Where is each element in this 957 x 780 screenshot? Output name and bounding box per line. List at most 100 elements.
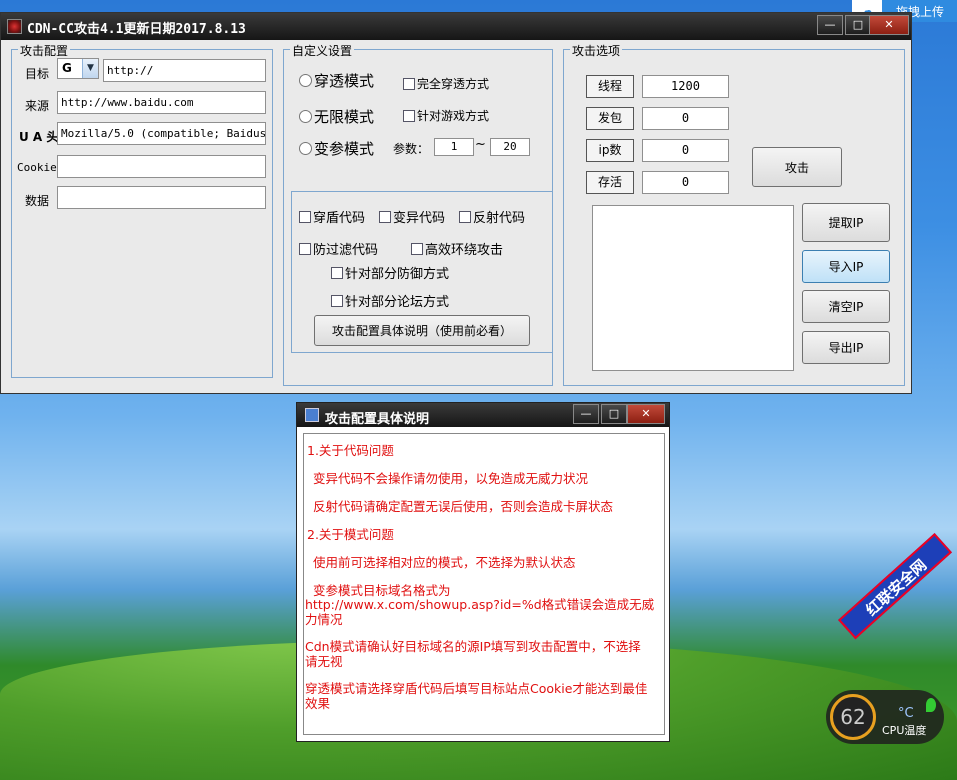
dialog-line: 变异代码不会操作请勿使用，以免造成无威力状况: [313, 471, 589, 486]
leaf-icon: [926, 698, 936, 712]
checkbox-label: 针对部分防御方式: [345, 267, 450, 282]
dialog-line: 1.关于代码问题: [307, 443, 394, 458]
maximize-button[interactable]: □: [845, 15, 871, 35]
ip-count-label: ip数: [586, 139, 634, 162]
checkbox-icon: [379, 210, 391, 223]
dialog-line: http://www.x.com/showup.asp?id=%d格式错误会造成…: [305, 597, 655, 627]
temp-caption: CPU温度: [882, 724, 927, 737]
checkbox-icon: [299, 210, 311, 223]
mode-label: 无限模式: [314, 108, 375, 126]
dialog-line: 穿透模式请选择穿盾代码后填写目标站点Cookie才能达到最佳效果: [305, 681, 648, 711]
data-label: 数据: [25, 194, 50, 208]
packets-label: 发包: [586, 107, 634, 130]
target-input[interactable]: http://: [103, 59, 266, 82]
alive-value: 0: [642, 171, 729, 194]
partial-forum-checkbox[interactable]: 针对部分论坛方式: [331, 291, 449, 310]
app-icon: [7, 19, 22, 34]
clear-ip-button[interactable]: 清空IP: [802, 290, 890, 323]
checkbox-icon: [459, 210, 471, 223]
shield-code-checkbox[interactable]: 穿盾代码: [299, 207, 365, 226]
anti-filter-checkbox[interactable]: 防过滤代码: [299, 239, 378, 258]
temp-value: 62: [830, 694, 876, 740]
main-window: CDN-CC攻击4.1更新日期2017.8.13 — □ ✕ 攻击配置 目标 G…: [0, 12, 912, 394]
mode-variable-radio[interactable]: 变参模式: [299, 138, 374, 159]
checkbox-label: 反射代码: [473, 211, 526, 226]
checkbox-label: 高效环绕攻击: [425, 243, 504, 258]
game-mode-checkbox[interactable]: 针对游戏方式: [403, 107, 489, 124]
dialog-close-button[interactable]: ✕: [627, 404, 665, 424]
attack-config-label: 攻击配置: [18, 42, 71, 59]
dialog-minimize-button[interactable]: —: [573, 404, 599, 424]
ip-count-value: 0: [642, 139, 729, 162]
radio-circle-icon: [299, 110, 312, 123]
threads-label: 线程: [586, 75, 634, 98]
checkbox-label: 变异代码: [393, 211, 446, 226]
watermark-logo: 红联安全网: [838, 533, 953, 640]
mutate-code-checkbox[interactable]: 变异代码: [379, 207, 445, 226]
minimize-button[interactable]: —: [817, 15, 843, 35]
full-penetration-checkbox[interactable]: 完全穿透方式: [403, 75, 489, 92]
checkbox-label: 穿盾代码: [313, 211, 366, 226]
dialog-line: Cdn模式请确认好目标域名的源IP填写到攻击配置中，不选择请无视: [305, 639, 641, 669]
dialog-title-bar: 攻击配置具体说明 — □ ✕: [297, 403, 669, 427]
temp-unit: °C: [898, 706, 914, 721]
cpu-temp-gadget: 62 °C CPU温度: [826, 690, 944, 744]
checkbox-label: 完全穿透方式: [417, 77, 490, 91]
dialog-maximize-button[interactable]: □: [601, 404, 627, 424]
close-button[interactable]: ✕: [869, 15, 909, 35]
param-from-input[interactable]: 1: [434, 138, 474, 156]
dialog-app-icon: [305, 408, 319, 422]
chevron-down-icon: ▼: [82, 59, 98, 78]
threads-value[interactable]: 1200: [642, 75, 729, 98]
ua-input[interactable]: Mozilla/5.0 (compatible; Baiduspid: [57, 122, 266, 145]
checkbox-label: 针对部分论坛方式: [345, 295, 450, 310]
cookie-label: Cookie: [17, 161, 57, 174]
partial-defense-checkbox[interactable]: 针对部分防御方式: [331, 263, 449, 282]
dialog-line: 反射代码请确定配置无误后使用，否则会造成卡屏状态: [313, 499, 614, 514]
protocol-select[interactable]: G ▼: [57, 58, 99, 79]
attack-button[interactable]: 攻击: [752, 147, 842, 187]
packets-value: 0: [642, 107, 729, 130]
help-button[interactable]: 攻击配置具体说明（使用前必看）: [314, 315, 530, 346]
alive-label: 存活: [586, 171, 634, 194]
param-label: 参数：: [393, 142, 430, 156]
mode-unlimited-radio[interactable]: 无限模式: [299, 106, 374, 127]
mode-label: 穿透模式: [314, 72, 375, 90]
reflect-code-checkbox[interactable]: 反射代码: [459, 207, 525, 226]
cookie-input[interactable]: [57, 155, 266, 178]
data-input[interactable]: [57, 186, 266, 209]
dialog-line: 2.关于模式问题: [307, 527, 394, 542]
radio-circle-icon: [299, 74, 312, 87]
mode-penetration-radio[interactable]: 穿透模式: [299, 70, 374, 91]
dialog-line: 使用前可选择相对应的模式，不选择为默认状态: [313, 555, 576, 570]
custom-settings-label: 自定义设置: [290, 42, 355, 59]
export-ip-button[interactable]: 导出IP: [802, 331, 890, 364]
checkbox-icon: [403, 109, 415, 122]
checkbox-icon: [411, 242, 423, 255]
import-ip-button[interactable]: 导入IP: [802, 250, 890, 283]
source-input[interactable]: http://www.baidu.com: [57, 91, 266, 114]
checkbox-label: 防过滤代码: [313, 243, 379, 258]
dialog-line: 变参模式目标域名格式为: [313, 583, 451, 598]
attack-options-label: 攻击选项: [570, 42, 623, 59]
checkbox-label: 针对游戏方式: [417, 109, 490, 123]
checkbox-icon: [331, 294, 343, 307]
dialog-title: 攻击配置具体说明: [325, 412, 430, 427]
help-dialog: 攻击配置具体说明 — □ ✕ 1.关于代码问题 变异代码不会操作请勿使用，以免造…: [296, 402, 670, 742]
checkbox-icon: [331, 266, 343, 279]
title-bar: CDN-CC攻击4.1更新日期2017.8.13 — □ ✕: [1, 13, 911, 40]
radio-circle-icon: [299, 142, 312, 155]
loop-attack-checkbox[interactable]: 高效环绕攻击: [411, 239, 503, 258]
window-title: CDN-CC攻击4.1更新日期2017.8.13: [27, 22, 246, 37]
extract-ip-button[interactable]: 提取IP: [802, 203, 890, 242]
source-label: 来源: [25, 99, 50, 113]
target-label: 目标: [25, 67, 50, 81]
checkbox-icon: [299, 242, 311, 255]
ip-list[interactable]: [592, 205, 794, 371]
param-to-input[interactable]: 20: [490, 138, 530, 156]
checkbox-icon: [403, 77, 415, 90]
ua-label: U A 头: [19, 130, 59, 144]
param-separator: ~: [475, 137, 486, 152]
protocol-value: G: [62, 61, 72, 75]
mode-label: 变参模式: [314, 140, 375, 158]
